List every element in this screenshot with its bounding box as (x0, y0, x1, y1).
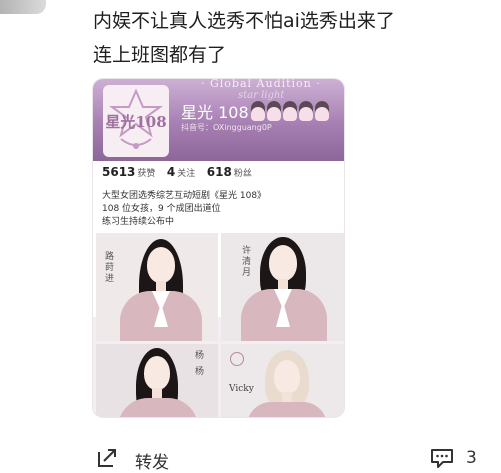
trainee-photo: 杨 杨 (96, 344, 218, 417)
post-text: 内娱不让真人选秀不怕ai选秀出来了 连上班图都有了 (93, 4, 483, 72)
trainee-name: Vicky (229, 384, 254, 394)
following-count: 4 (166, 165, 176, 179)
post-line-1: 内娱不让真人选秀不怕ai选秀出来了 (93, 10, 395, 32)
comment-count[interactable]: 3 (466, 448, 477, 468)
banner-title: · Global Audition · (201, 79, 321, 90)
trainee-name: 杨 杨 (193, 350, 203, 377)
account-id: 抖音号：OXingguang0P (181, 123, 272, 132)
chibi-figure (283, 101, 297, 121)
repost-button[interactable]: 转发 (135, 448, 169, 473)
profile-banner: · Global Audition · star light 星光108 星光 … (93, 79, 344, 161)
chibi-figure (299, 101, 313, 121)
chibi-figure (315, 101, 329, 121)
bio-line: 大型女团选秀综艺互动短剧《星光 108》 (102, 191, 267, 201)
post-line-2: 连上班图都有了 (93, 44, 227, 66)
profile-bio: 大型女团选秀综艺互动短剧《星光 108》 108 位女孩，9 个成团出道位 练习… (102, 190, 337, 229)
comment-icon[interactable] (430, 448, 454, 468)
trainee-photo: Vicky (221, 344, 344, 417)
chibi-figures (251, 101, 343, 123)
profile-stats: 5613 获赞 4 关注 618 粉丝 (102, 165, 260, 179)
bio-line: 108 位女孩，9 个成团出道位 (102, 204, 221, 214)
logo-text: 星光108 (105, 113, 167, 131)
likes-label: 获赞 (137, 169, 156, 179)
account-name: 星光 108 (181, 103, 249, 122)
school-emblem-icon (230, 352, 244, 366)
chibi-figure (251, 101, 265, 121)
embedded-image-card[interactable]: · Global Audition · star light 星光108 星光 … (93, 79, 344, 417)
trainee-name: 许清月 (240, 245, 250, 278)
star-logo: 星光108 (103, 85, 169, 157)
followers-count: 618 (206, 165, 232, 179)
previous-avatar-fragment (0, 0, 46, 14)
trainee-photo: 路莳进 (96, 233, 218, 341)
followers-label: 粉丝 (233, 169, 252, 179)
repost-icon[interactable] (96, 448, 118, 468)
trainee-photo: 许清月 (221, 233, 344, 341)
likes-count: 5613 (102, 165, 136, 179)
following-label: 关注 (177, 169, 196, 179)
chibi-figure (267, 101, 281, 121)
bio-line: 练习生持续公布中 (102, 217, 175, 227)
trainee-name: 路莳进 (103, 251, 113, 284)
